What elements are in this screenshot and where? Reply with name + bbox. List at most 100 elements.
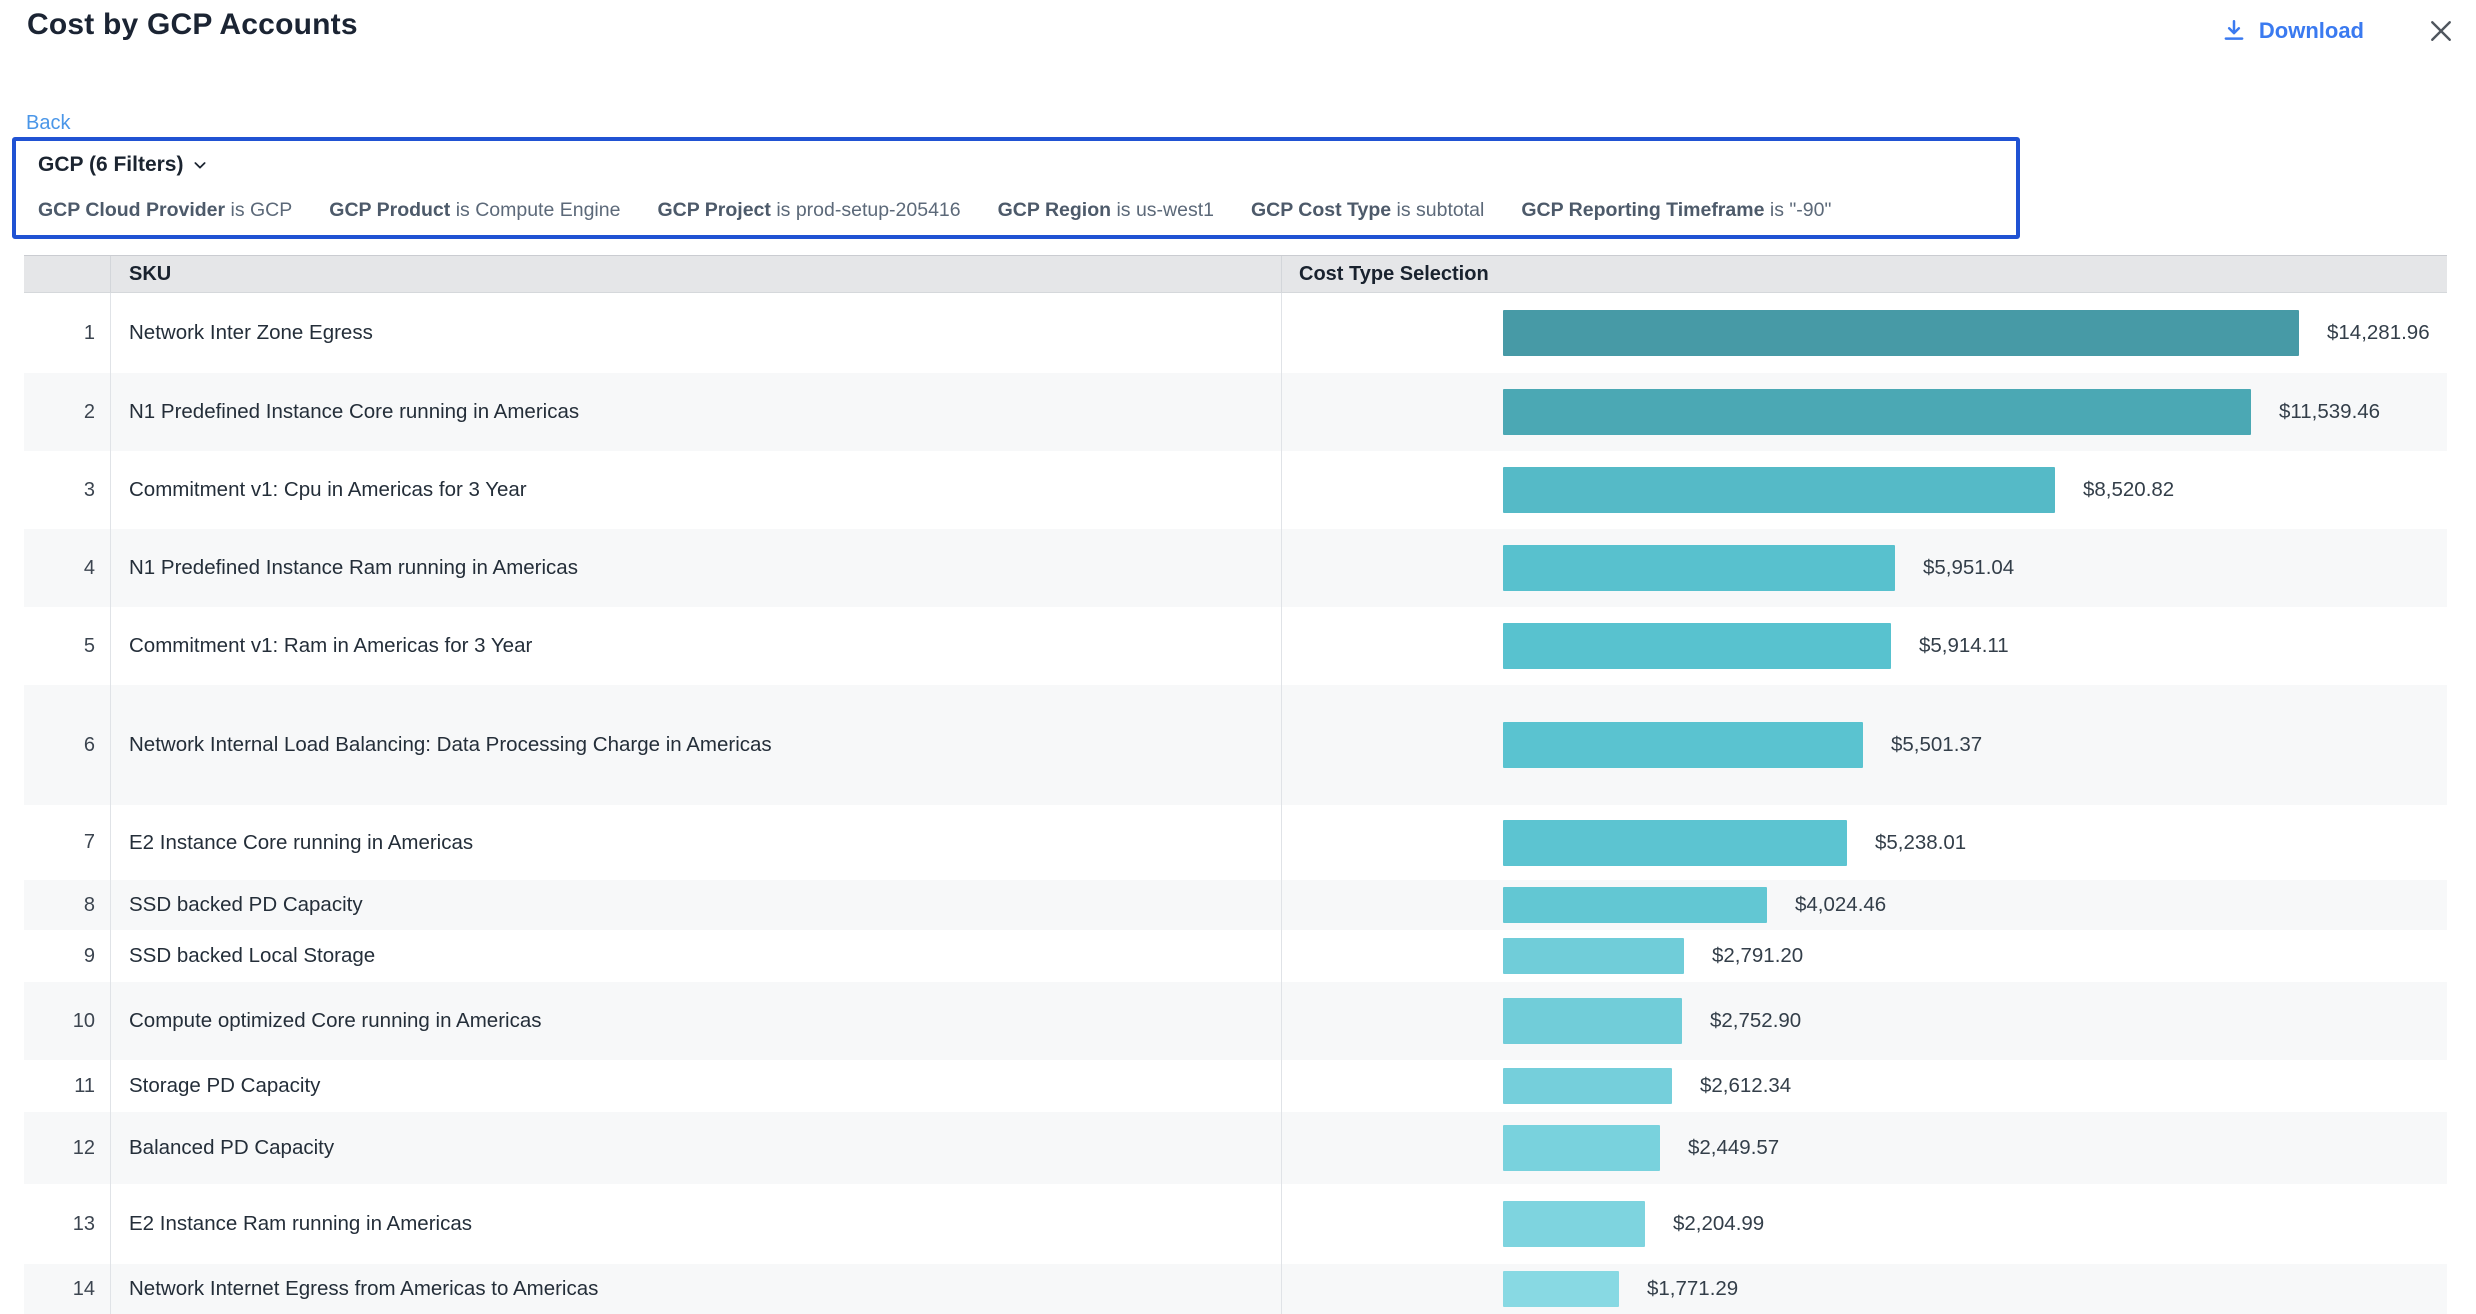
sku-cell: Balanced PD Capacity xyxy=(110,1112,1281,1184)
back-link[interactable]: Back xyxy=(26,112,70,135)
filter-condition: is "-90" xyxy=(1764,199,1831,221)
download-icon xyxy=(2221,18,2247,44)
filter-name: GCP Product xyxy=(329,199,450,221)
cost-bar[interactable] xyxy=(1503,820,1847,866)
cost-cell: $5,914.11 xyxy=(1281,607,2447,685)
sku-cell: Network Internet Egress from Americas to… xyxy=(110,1264,1281,1314)
cost-value-label: $2,752.90 xyxy=(1710,1009,1801,1033)
cost-cell: $2,791.20 xyxy=(1281,930,2447,982)
column-header-row-number xyxy=(24,256,110,292)
column-header-sku[interactable]: SKU xyxy=(110,256,1281,292)
table-row: 3Commitment v1: Cpu in Americas for 3 Ye… xyxy=(24,451,2447,529)
filter-summary-label: GCP (6 Filters) xyxy=(38,153,183,177)
table-row: 13E2 Instance Ram running in Americas$2,… xyxy=(24,1184,2447,1264)
sku-cell: Compute optimized Core running in Americ… xyxy=(110,982,1281,1060)
cost-bar[interactable] xyxy=(1503,1068,1672,1104)
table-row: 10Compute optimized Core running in Amer… xyxy=(24,982,2447,1060)
cost-by-gcp-accounts-panel: Cost by GCP Accounts Download Back GCP (… xyxy=(0,0,2476,1314)
sku-cell: Network Inter Zone Egress xyxy=(110,293,1281,373)
cost-cell: $5,501.37 xyxy=(1281,685,2447,805)
cost-table: SKU Cost Type Selection 1Network Inter Z… xyxy=(24,255,2447,1314)
cost-value-label: $5,914.11 xyxy=(1919,634,2009,658)
cost-cell: $14,281.96 xyxy=(1281,293,2447,373)
cost-value-label: $14,281.96 xyxy=(2327,321,2430,345)
row-number: 3 xyxy=(24,451,110,529)
cost-bar[interactable] xyxy=(1503,998,1682,1044)
table-row: 12Balanced PD Capacity$2,449.57 xyxy=(24,1112,2447,1184)
cost-cell: $2,752.90 xyxy=(1281,982,2447,1060)
filter-item-3: GCP Project is prod-setup-205416 xyxy=(657,199,960,222)
cost-bar[interactable] xyxy=(1503,722,1863,768)
filter-name: GCP Cost Type xyxy=(1251,199,1391,221)
cost-value-label: $2,204.99 xyxy=(1673,1212,1764,1236)
cost-value-label: $2,449.57 xyxy=(1688,1136,1779,1160)
close-icon[interactable] xyxy=(2426,16,2456,46)
sku-cell: Commitment v1: Cpu in Americas for 3 Yea… xyxy=(110,451,1281,529)
row-number: 4 xyxy=(24,529,110,607)
filter-item-6: GCP Reporting Timeframe is "-90" xyxy=(1521,199,1831,222)
table-row: 8SSD backed PD Capacity$4,024.46 xyxy=(24,880,2447,930)
cost-bar[interactable] xyxy=(1503,545,1895,591)
filter-name: GCP Project xyxy=(657,199,770,221)
table-row: 6Network Internal Load Balancing: Data P… xyxy=(24,685,2447,805)
cost-cell: $2,449.57 xyxy=(1281,1112,2447,1184)
cost-cell: $5,951.04 xyxy=(1281,529,2447,607)
row-number: 5 xyxy=(24,607,110,685)
download-button[interactable]: Download xyxy=(2221,18,2364,44)
column-header-cost-type-selection[interactable]: Cost Type Selection xyxy=(1281,256,2447,292)
filter-summary-dropdown[interactable]: GCP (6 Filters) xyxy=(38,153,208,177)
cost-cell: $11,539.46 xyxy=(1281,373,2447,451)
filter-name: GCP Region xyxy=(998,199,1111,221)
cost-bar[interactable] xyxy=(1503,1201,1645,1247)
sku-cell: N1 Predefined Instance Core running in A… xyxy=(110,373,1281,451)
filter-name: GCP Reporting Timeframe xyxy=(1521,199,1764,221)
top-actions: Download xyxy=(2221,16,2456,46)
cost-cell: $5,238.01 xyxy=(1281,805,2447,880)
table-row: 4N1 Predefined Instance Ram running in A… xyxy=(24,529,2447,607)
table-row: 7E2 Instance Core running in Americas $5,… xyxy=(24,805,2447,880)
page-title: Cost by GCP Accounts xyxy=(27,8,358,42)
cost-value-label: $5,238.01 xyxy=(1875,831,1966,855)
cost-bar[interactable] xyxy=(1503,1271,1619,1307)
cost-cell: $2,204.99 xyxy=(1281,1184,2447,1264)
cost-value-label: $1,771.29 xyxy=(1647,1277,1738,1301)
table-row: 9SSD backed Local Storage$2,791.20 xyxy=(24,930,2447,982)
filter-item-4: GCP Region is us-west1 xyxy=(998,199,1214,222)
cost-value-label: $5,951.04 xyxy=(1923,556,2014,580)
table-header-row: SKU Cost Type Selection xyxy=(24,255,2447,293)
filter-condition: is GCP xyxy=(225,199,292,221)
filter-list: GCP Cloud Provider is GCPGCP Product is … xyxy=(38,199,1831,222)
sku-cell: N1 Predefined Instance Ram running in Am… xyxy=(110,529,1281,607)
row-number: 1 xyxy=(24,293,110,373)
row-number: 8 xyxy=(24,880,110,930)
row-number: 2 xyxy=(24,373,110,451)
sku-cell: SSD backed Local Storage xyxy=(110,930,1281,982)
table-row: 1Network Inter Zone Egress $14,281.96 xyxy=(24,293,2447,373)
filter-condition: is Compute Engine xyxy=(450,199,620,221)
row-number: 7 xyxy=(24,805,110,880)
cost-value-label: $5,501.37 xyxy=(1891,733,1982,757)
cost-bar[interactable] xyxy=(1503,887,1767,923)
cost-bar[interactable] xyxy=(1503,623,1891,669)
filter-condition: is us-west1 xyxy=(1111,199,1214,221)
sku-cell: SSD backed PD Capacity xyxy=(110,880,1281,930)
filter-item-2: GCP Product is Compute Engine xyxy=(329,199,620,222)
cost-bar[interactable] xyxy=(1503,310,2299,356)
table-body: 1Network Inter Zone Egress $14,281.96 2N1 … xyxy=(24,293,2447,1314)
sku-cell: Storage PD Capacity xyxy=(110,1060,1281,1112)
filter-condition: is prod-setup-205416 xyxy=(771,199,961,221)
row-number: 6 xyxy=(24,685,110,805)
cost-bar[interactable] xyxy=(1503,1125,1660,1171)
cost-bar[interactable] xyxy=(1503,389,2251,435)
sku-cell: E2 Instance Core running in Americas xyxy=(110,805,1281,880)
cost-cell: $8,520.82 xyxy=(1281,451,2447,529)
row-number: 10 xyxy=(24,982,110,1060)
cost-bar[interactable] xyxy=(1503,938,1684,974)
cost-value-label: $2,612.34 xyxy=(1700,1074,1791,1098)
table-row: 5Commitment v1: Ram in Americas for 3 Ye… xyxy=(24,607,2447,685)
cost-bar[interactable] xyxy=(1503,467,2055,513)
cost-cell: $4,024.46 xyxy=(1281,880,2447,930)
row-number: 11 xyxy=(24,1060,110,1112)
row-number: 13 xyxy=(24,1184,110,1264)
filter-box: GCP (6 Filters) GCP Cloud Provider is GC… xyxy=(12,137,2020,239)
